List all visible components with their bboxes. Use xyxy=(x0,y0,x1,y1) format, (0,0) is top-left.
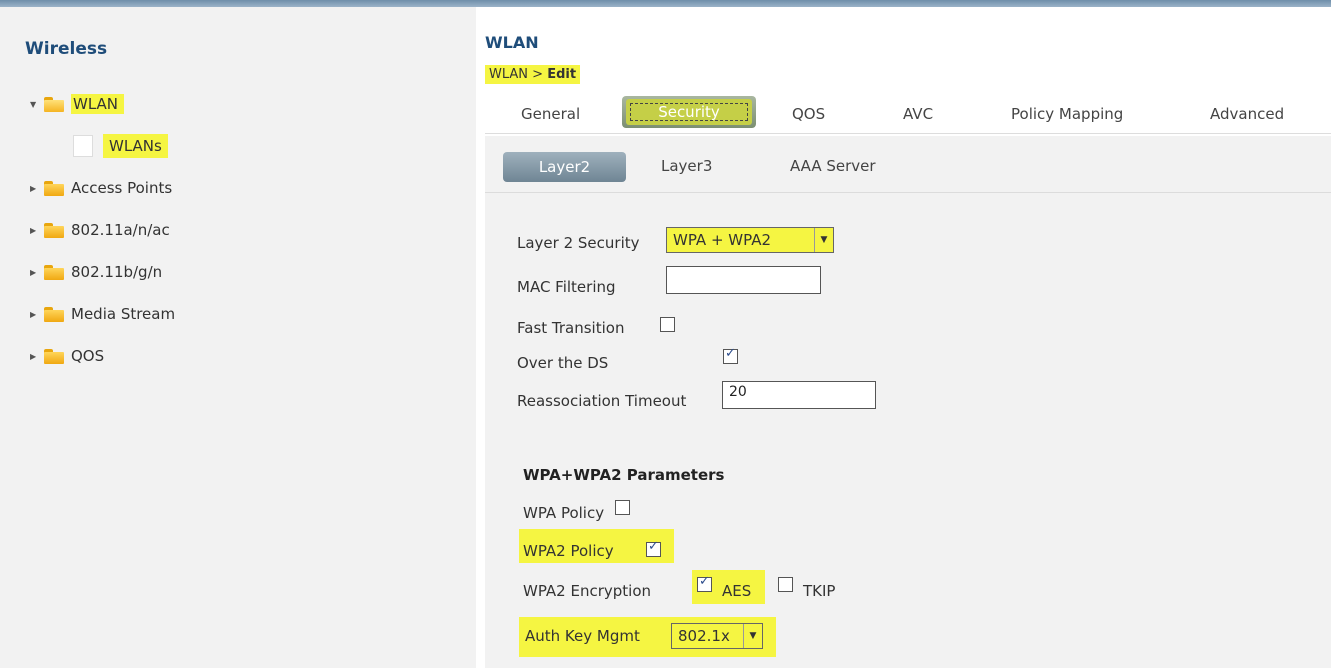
subtab-layer3[interactable]: Layer3 xyxy=(661,157,712,175)
sidebar-item-media-stream[interactable]: ▶ Media Stream xyxy=(30,302,175,326)
tkip-checkbox[interactable] xyxy=(778,577,793,592)
layer2-security-label: Layer 2 Security xyxy=(517,234,640,252)
breadcrumb-separator: > xyxy=(528,67,548,82)
mac-filtering-label: MAC Filtering xyxy=(517,278,616,296)
reassociation-timeout-label: Reassociation Timeout xyxy=(517,392,687,410)
folder-icon xyxy=(44,349,64,364)
sidebar-item-label: QOS xyxy=(71,347,105,365)
wpa-policy-checkbox[interactable] xyxy=(615,500,630,515)
sidebar-item-80211b[interactable]: ▶ 802.11b/g/n xyxy=(30,260,162,284)
sidebar: Wireless ▼ WLAN WLANs ▶ Access Points ▶ … xyxy=(0,7,476,668)
mac-filtering-field[interactable] xyxy=(666,266,821,294)
chevron-down-icon: ▼ xyxy=(814,228,833,252)
over-ds-label: Over the DS xyxy=(517,354,609,372)
breadcrumb-parent[interactable]: WLAN xyxy=(489,67,528,82)
folder-icon xyxy=(44,307,64,322)
folder-icon xyxy=(44,181,64,196)
subtab-bar: Layer2 Layer3 AAA Server xyxy=(485,136,1331,193)
fast-transition-checkbox[interactable] xyxy=(660,317,675,332)
sidebar-item-wlan[interactable]: ▼ WLAN xyxy=(30,92,125,116)
collapsed-arrow-icon[interactable]: ▶ xyxy=(30,226,40,235)
layer2-security-value: WPA + WPA2 xyxy=(673,231,772,249)
page-icon xyxy=(73,135,93,157)
folder-icon xyxy=(44,265,64,280)
wpa2-policy-checkbox[interactable] xyxy=(646,539,661,557)
breadcrumb: WLAN > Edit xyxy=(485,65,581,84)
sidebar-item-80211a[interactable]: ▶ 802.11a/n/ac xyxy=(30,218,170,242)
tab-bar: General Security QOS AVC Policy Mapping … xyxy=(485,91,1331,134)
folder-open-icon xyxy=(44,97,64,112)
sidebar-item-wlans[interactable]: WLANs xyxy=(73,134,168,158)
collapsed-arrow-icon[interactable]: ▶ xyxy=(30,268,40,277)
subtab-layer2[interactable]: Layer2 xyxy=(503,152,626,182)
wpa2-policy-label: WPA2 Policy xyxy=(523,542,614,560)
layer2-security-select[interactable]: WPA + WPA2 ▼ xyxy=(666,227,834,253)
collapsed-arrow-icon[interactable]: ▶ xyxy=(30,310,40,319)
auth-key-mgmt-select[interactable]: 802.1x ▼ xyxy=(671,623,763,649)
tab-general[interactable]: General xyxy=(521,105,580,123)
tkip-label: TKIP xyxy=(803,582,836,600)
main-content: WLAN WLAN > Edit General Security QOS AV… xyxy=(485,7,1331,668)
wpa-parameters-heading: WPA+WPA2 Parameters xyxy=(523,466,725,484)
aes-label: AES xyxy=(722,582,752,600)
wpa2-encryption-label: WPA2 Encryption xyxy=(523,582,652,600)
sidebar-item-label: 802.11a/n/ac xyxy=(71,221,170,239)
sidebar-item-qos[interactable]: ▶ QOS xyxy=(30,344,104,368)
sidebar-item-label: WLAN xyxy=(71,94,125,114)
breadcrumb-current: Edit xyxy=(547,67,577,82)
aes-checkbox[interactable] xyxy=(697,574,712,592)
collapsed-arrow-icon[interactable]: ▶ xyxy=(30,184,40,193)
top-bar xyxy=(0,0,1331,7)
fast-transition-label: Fast Transition xyxy=(517,319,625,337)
tab-qos[interactable]: QOS xyxy=(792,105,825,123)
sidebar-title: Wireless xyxy=(25,39,108,59)
tab-security[interactable]: Security xyxy=(622,96,756,128)
sidebar-item-access-points[interactable]: ▶ Access Points xyxy=(30,176,172,200)
sidebar-item-label: Access Points xyxy=(71,179,173,197)
wpa-policy-label: WPA Policy xyxy=(523,504,605,522)
sidebar-item-label: Media Stream xyxy=(71,305,176,323)
subtab-aaa-server[interactable]: AAA Server xyxy=(790,157,876,175)
security-panel: Layer2 Layer3 AAA Server Layer 2 Securit… xyxy=(485,136,1331,668)
expanded-arrow-icon[interactable]: ▼ xyxy=(30,100,40,109)
folder-icon xyxy=(44,223,64,238)
auth-key-mgmt-value: 802.1x xyxy=(678,627,730,645)
page-title: WLAN xyxy=(485,33,539,52)
over-ds-checkbox[interactable] xyxy=(723,346,738,364)
auth-key-mgmt-label: Auth Key Mgmt xyxy=(525,627,640,645)
tab-security-label: Security xyxy=(626,99,752,125)
chevron-down-icon: ▼ xyxy=(743,624,762,648)
tab-advanced[interactable]: Advanced xyxy=(1210,105,1284,123)
tab-policy-mapping[interactable]: Policy Mapping xyxy=(1011,105,1123,123)
tab-avc[interactable]: AVC xyxy=(903,105,933,123)
sidebar-item-label: 802.11b/g/n xyxy=(71,263,163,281)
sidebar-item-label: WLANs xyxy=(103,134,168,158)
reassociation-timeout-field[interactable]: 20 xyxy=(722,381,876,409)
collapsed-arrow-icon[interactable]: ▶ xyxy=(30,352,40,361)
